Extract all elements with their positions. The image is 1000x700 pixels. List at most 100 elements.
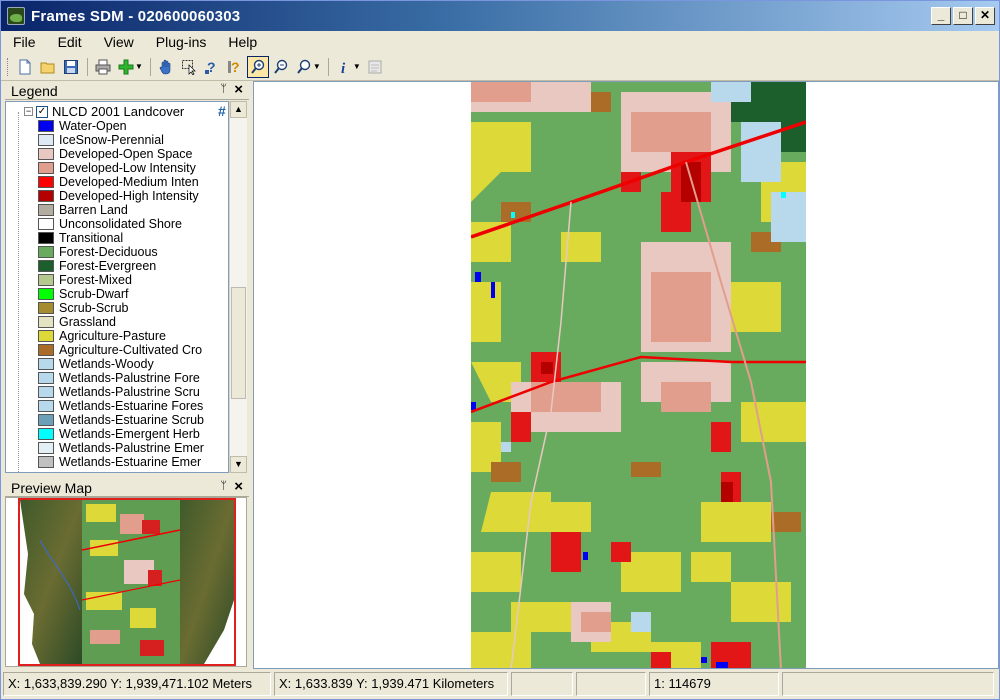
info-icon[interactable]: i: [333, 56, 355, 78]
menu-plugins[interactable]: Plug-ins: [156, 34, 207, 50]
legend-class-label: Developed-Open Space: [59, 147, 193, 161]
pan-icon[interactable]: [155, 56, 177, 78]
legend-swatch: [38, 400, 54, 412]
legend-swatch: [38, 274, 54, 286]
window-title: Frames SDM - 020600060303: [31, 7, 241, 25]
maximize-button[interactable]: □: [953, 7, 973, 25]
legend-class-item: Wetlands-Palustrine Fore: [38, 371, 204, 385]
save-icon[interactable]: [60, 56, 82, 78]
legend-class-item: Unconsolidated Shore: [38, 217, 204, 231]
legend-class-item: Forest-Deciduous: [38, 245, 204, 259]
legend-swatch: [38, 246, 54, 258]
select-icon[interactable]: [178, 56, 200, 78]
print-icon[interactable]: [92, 56, 114, 78]
legend-swatch: [38, 148, 54, 160]
legend-swatch: [38, 260, 54, 272]
app-icon: [7, 7, 25, 25]
status-empty-cell: [782, 672, 994, 696]
legend-class-item: Grassland: [38, 315, 204, 329]
legend-swatch: [38, 372, 54, 384]
new-icon[interactable]: [14, 56, 36, 78]
legend-class-label: Forest-Mixed: [59, 273, 132, 287]
preview-map-extent[interactable]: [18, 498, 236, 666]
legend-swatch: [38, 330, 54, 342]
add-layer-dropdown-icon[interactable]: ▼: [135, 62, 143, 71]
legend-swatch: [38, 358, 54, 370]
toolbar: ▼ ? ? ▼ i ▼: [1, 53, 999, 81]
menu-help[interactable]: Help: [228, 34, 257, 50]
legend-class-item: Agriculture-Cultivated Cro: [38, 343, 204, 357]
legend-swatch: [38, 316, 54, 328]
legend-class-item: Developed-Medium Inten: [38, 175, 204, 189]
menu-bar: File Edit View Plug-ins Help: [1, 31, 999, 53]
legend-panel-header[interactable]: Legend ᛘ ×: [5, 81, 249, 100]
collapse-icon[interactable]: −: [24, 107, 33, 116]
legend-swatch: [38, 428, 54, 440]
legend-class-item: Wetlands-Estuarine Emer: [38, 455, 204, 469]
legend-tree: − ✓ NLCD 2001 Landcover # Water-Open IceS…: [5, 101, 229, 473]
legend-class-label: Forest-Deciduous: [59, 245, 158, 259]
legend-swatch: [38, 344, 54, 356]
close-icon[interactable]: ×: [234, 478, 243, 495]
legend-class-label: Wetlands-Estuarine Scrub: [59, 413, 204, 427]
zoom-in-icon[interactable]: [246, 55, 269, 78]
pin-icon[interactable]: ᛘ: [220, 480, 227, 492]
toolbar-separator: [87, 57, 88, 76]
status-coordinates-kilometers: X: 1,633.839 Y: 1,939.471 Kilometers: [274, 672, 508, 696]
toolbar-grip[interactable]: [7, 57, 10, 76]
identify-icon[interactable]: ?: [201, 56, 223, 78]
legend-class-label: Grassland: [59, 315, 116, 329]
legend-swatch: [38, 176, 54, 188]
legend-class-item: Scrub-Scrub: [38, 301, 204, 315]
menu-edit[interactable]: Edit: [58, 34, 82, 50]
status-empty-cell: [511, 672, 573, 696]
legend-swatch: [38, 134, 54, 146]
legend-class-label: IceSnow-Perennial: [59, 133, 164, 147]
status-scale: 1: 114679: [649, 672, 779, 696]
zoom-dropdown-icon[interactable]: ▼: [313, 62, 321, 71]
legend-class-item: Water-Open: [38, 119, 204, 133]
legend-class-item: Wetlands-Estuarine Fores: [38, 399, 204, 413]
legend-class-label: Barren Land: [59, 203, 128, 217]
legend-class-item: Developed-Low Intensity: [38, 161, 204, 175]
legend-class-item: Forest-Mixed: [38, 273, 204, 287]
close-button[interactable]: ✕: [975, 7, 995, 25]
open-icon[interactable]: [37, 56, 59, 78]
legend-swatch: [38, 232, 54, 244]
legend-class-item: Wetlands-Woody: [38, 357, 204, 371]
scroll-down-icon[interactable]: ▼: [230, 456, 247, 473]
layer-visibility-checkbox[interactable]: ✓: [36, 105, 48, 118]
legend-class-label: Water-Open: [59, 119, 127, 133]
legend-scrollbar[interactable]: ▲ ▼: [229, 101, 247, 473]
toolbar-separator: [149, 57, 151, 76]
scroll-thumb[interactable]: [231, 287, 246, 399]
zoom-out-icon[interactable]: [270, 56, 292, 78]
legend-class-item: Wetlands-Palustrine Emer: [38, 441, 204, 455]
legend-class-item: Wetlands-Estuarine Scrub: [38, 413, 204, 427]
query-icon[interactable]: ?: [224, 56, 246, 78]
map-view[interactable]: [253, 81, 999, 669]
menu-view[interactable]: View: [104, 34, 134, 50]
svg-text:i: i: [341, 61, 346, 75]
zoom-extents-icon[interactable]: [293, 56, 315, 78]
legend-class-label: Wetlands-Palustrine Scru: [59, 385, 200, 399]
scroll-up-icon[interactable]: ▲: [230, 101, 247, 118]
add-layer-icon[interactable]: [115, 56, 137, 78]
close-icon[interactable]: ×: [234, 81, 243, 98]
legend-class-label: Unconsolidated Shore: [59, 217, 182, 231]
legend-class-list: Water-Open IceSnow-Perennial Developed-Ope…: [38, 119, 204, 469]
legend-class-item: IceSnow-Perennial: [38, 133, 204, 147]
info-dropdown-icon[interactable]: ▼: [353, 62, 361, 71]
legend-class-label: Developed-Medium Inten: [59, 175, 199, 189]
preview-panel-header[interactable]: Preview Map ᛘ ×: [5, 478, 249, 497]
title-bar[interactable]: Frames SDM - 020600060303 _ □ ✕: [1, 1, 999, 31]
legend-class-label: Scrub-Scrub: [59, 301, 129, 315]
layer-row-nlcd[interactable]: − ✓ NLCD 2001 Landcover #: [24, 104, 226, 119]
legend-swatch: [38, 190, 54, 202]
layer-properties-icon[interactable]: [364, 56, 386, 78]
layer-name: NLCD 2001 Landcover: [52, 104, 185, 119]
preview-map-image: [20, 500, 234, 664]
minimize-button[interactable]: _: [931, 7, 951, 25]
pin-icon[interactable]: ᛘ: [220, 83, 227, 95]
menu-file[interactable]: File: [13, 34, 36, 50]
